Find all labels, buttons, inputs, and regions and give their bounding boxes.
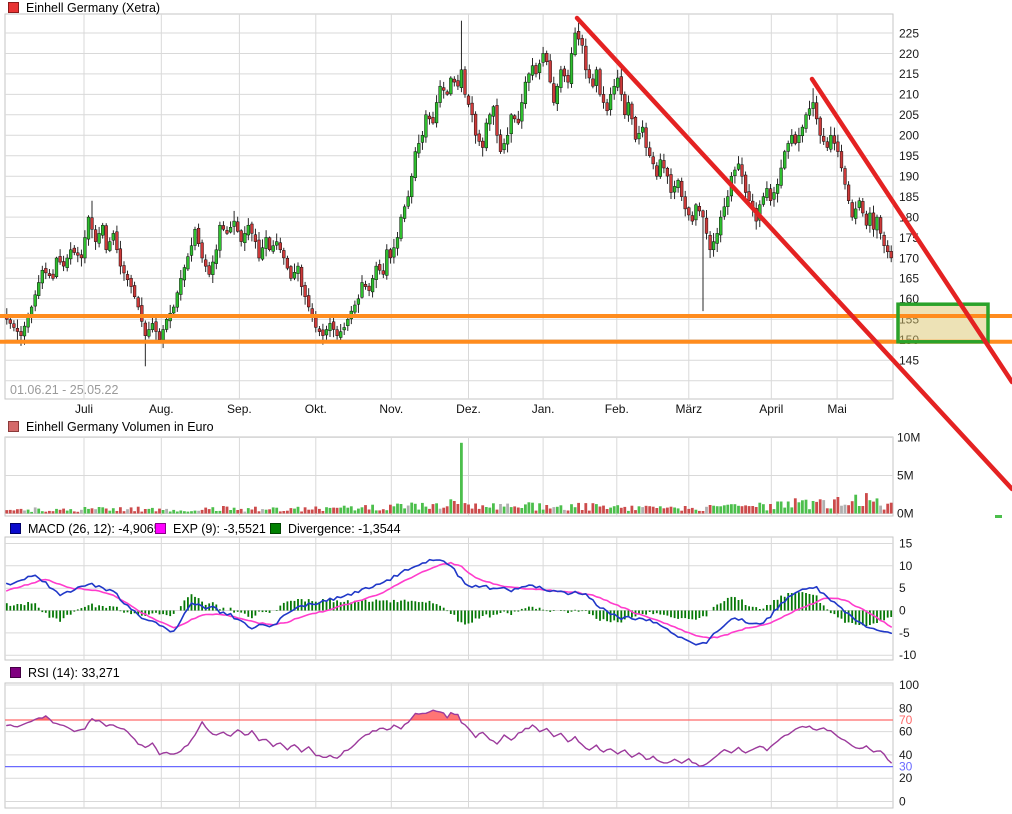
svg-text:100: 100	[899, 678, 919, 692]
macd-layer	[6, 560, 892, 645]
divergence-legend-item: Divergence: -1,3544	[270, 522, 401, 536]
macd-value-label: MACD (26, 12): -4,9065	[28, 522, 161, 536]
svg-text:15: 15	[899, 537, 913, 551]
rsi-series-swatch-icon	[10, 667, 21, 678]
svg-text:145: 145	[899, 354, 919, 368]
divergence-value-label: Divergence: -1,3544	[288, 522, 401, 536]
svg-text:Nov.: Nov.	[379, 402, 403, 416]
svg-text:März: März	[675, 402, 702, 416]
svg-text:165: 165	[899, 272, 919, 286]
date-range-label: 01.06.21 - 25.05.22	[10, 383, 118, 397]
rsi-value-label: RSI (14): 33,271	[28, 666, 120, 680]
svg-text:225: 225	[899, 26, 919, 40]
axis-tick-layer: 2252202152102052001951901851801751701651…	[897, 26, 920, 808]
macd-series-swatch-icon	[10, 523, 21, 534]
svg-text:215: 215	[899, 67, 919, 81]
chart-canvas: 2252202152102052001951901851801751701651…	[0, 0, 1012, 814]
svg-text:210: 210	[899, 88, 919, 102]
svg-text:205: 205	[899, 108, 919, 122]
macd-legend-item: MACD (26, 12): -4,9065	[10, 522, 161, 536]
svg-text:Dez.: Dez.	[456, 402, 481, 416]
stock-chart-screen: 2252202152102052001951901851801751701651…	[0, 0, 1012, 814]
rsi-legend-row: RSI (14): 33,271	[10, 666, 120, 680]
svg-text:-5: -5	[899, 626, 910, 640]
svg-text:0M: 0M	[897, 507, 914, 521]
svg-text:170: 170	[899, 251, 919, 265]
svg-text:195: 195	[899, 149, 919, 163]
svg-text:0: 0	[899, 604, 906, 618]
svg-text:Jan.: Jan.	[532, 402, 555, 416]
volume-series-swatch-icon	[8, 421, 19, 432]
svg-text:-10: -10	[899, 648, 917, 662]
chart-title-row: Einhell Germany (Xetra)	[8, 1, 160, 15]
annotation-layer	[0, 18, 1012, 518]
svg-text:220: 220	[899, 47, 919, 61]
svg-text:Feb.: Feb.	[605, 402, 629, 416]
exp-value-label: EXP (9): -3,5521	[173, 522, 266, 536]
exp-legend-item: EXP (9): -3,5521	[155, 522, 266, 536]
price-series-swatch-icon	[8, 2, 19, 13]
svg-text:10: 10	[899, 559, 913, 573]
rsi-layer	[7, 710, 891, 766]
svg-text:185: 185	[899, 190, 919, 204]
svg-text:5: 5	[899, 581, 906, 595]
divergence-series-swatch-icon	[270, 523, 281, 534]
svg-text:Mai: Mai	[827, 402, 846, 416]
svg-text:0: 0	[899, 795, 906, 809]
chart-title: Einhell Germany (Xetra)	[26, 1, 160, 15]
svg-text:April: April	[759, 402, 783, 416]
svg-text:190: 190	[899, 170, 919, 184]
last-volume-marker	[995, 515, 1002, 518]
svg-text:20: 20	[899, 771, 913, 785]
svg-text:Sep.: Sep.	[227, 402, 252, 416]
svg-text:200: 200	[899, 129, 919, 143]
svg-text:Aug.: Aug.	[149, 402, 174, 416]
month-label-layer: Juli Aug. Sep. Okt. Nov. Dez. Jan. Feb. März Apri…	[75, 402, 847, 416]
svg-text:Okt.: Okt.	[305, 402, 327, 416]
exp-series-swatch-icon	[155, 523, 166, 534]
svg-text:Juli: Juli	[75, 402, 93, 416]
svg-text:10M: 10M	[897, 431, 920, 445]
macd-legend-row: MACD (26, 12): -4,9065 EXP (9): -3,5521 …	[10, 522, 610, 536]
downtrend-line	[577, 18, 1012, 489]
volume-legend-row: Einhell Germany Volumen in Euro	[8, 420, 214, 434]
svg-text:60: 60	[899, 725, 913, 739]
svg-text:5M: 5M	[897, 469, 914, 483]
volume-legend-label: Einhell Germany Volumen in Euro	[26, 420, 214, 434]
volume-bar-layer	[5, 443, 892, 514]
